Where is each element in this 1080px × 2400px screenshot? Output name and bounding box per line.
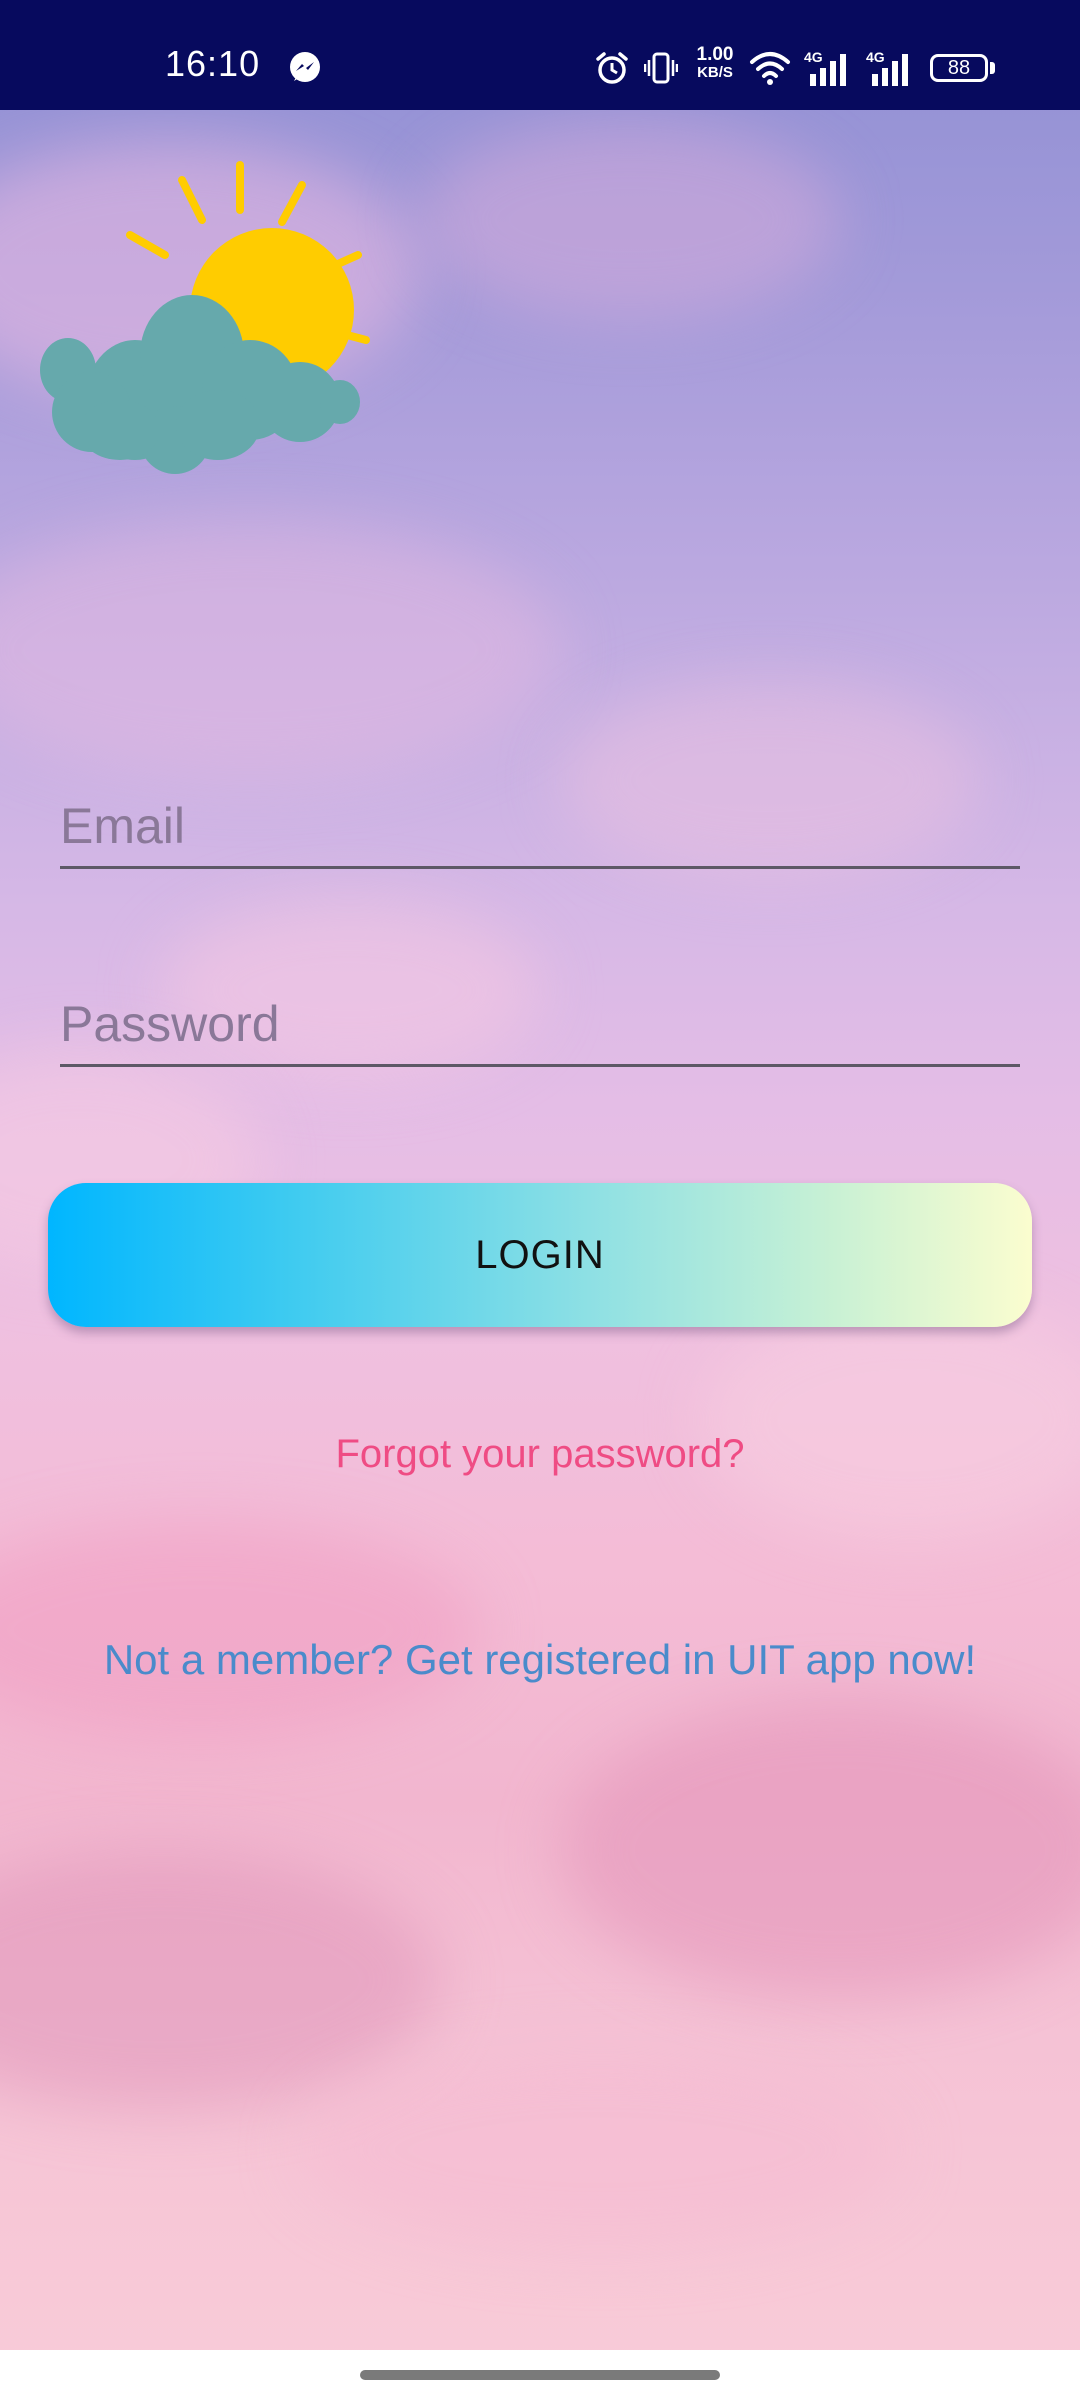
network-speed-unit: KB/S [697,64,733,81]
register-link[interactable]: Not a member? Get registered in UIT app … [0,1636,1080,1684]
network-speed: 1.00 KB/S [690,44,740,82]
password-input[interactable] [60,984,1020,1064]
network-speed-value: 1.00 [696,44,734,65]
alarm-icon [596,52,628,84]
password-field[interactable] [60,984,1020,1067]
home-indicator[interactable] [360,2370,720,2380]
messenger-icon [290,52,320,82]
sun-behind-cloud-icon [40,161,370,474]
wifi-icon [750,52,790,85]
background-cloud [300,2050,900,2250]
background-cloud [560,1700,1080,2000]
login-button[interactable]: LOGIN [48,1183,1032,1327]
login-screen: 16:10 1.00 KB/S 4G 4G 88 Email LOGIN For… [0,0,1080,2400]
background-cloud [420,120,840,320]
vibrate-icon [644,52,678,84]
status-bar: 16:10 1.00 KB/S 4G 4G 88 [0,0,1080,110]
background-cloud [700,1300,1080,1540]
battery-icon: 88 [930,54,988,82]
signal-icon: 4G [804,49,846,86]
battery-level: 88 [947,57,971,79]
background-cloud [0,1850,440,2110]
battery-tip [990,62,995,74]
email-field[interactable] [60,786,1020,869]
forgot-password-link[interactable]: Forgot your password? [0,1432,1080,1477]
signal-icon: 4G [866,49,908,86]
background-cloud [0,520,560,780]
email-input[interactable] [60,786,1020,866]
status-time: 16:10 [165,43,261,84]
login-button-label: LOGIN [475,1232,605,1277]
background-cloud [0,1520,480,1740]
network-type-label: 4G [804,49,823,65]
network-type-label: 4G [866,49,885,65]
